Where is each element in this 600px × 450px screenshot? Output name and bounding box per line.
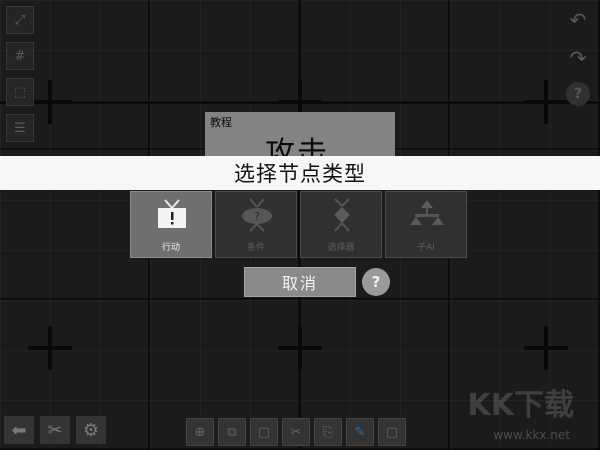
edit-toolbar: ⊕ ⧉ ▢ ✂ ⎘ ✎ ▢ <box>186 418 406 446</box>
sub-ai-node-icon <box>410 200 444 225</box>
node-type-label: 选择器 <box>327 243 355 253</box>
node-type-sub-ai[interactable]: 子AI <box>385 191 467 258</box>
node-type-action[interactable]: 行动 <box>130 191 212 258</box>
node-type-label: 条件 <box>246 243 265 253</box>
node-type-list: 行动 ? 条件 选择器 子AI <box>130 191 467 258</box>
dialog-title: 选择节点类型 <box>234 162 366 186</box>
action-node-icon <box>158 199 186 228</box>
watermark-logo: KK下载 <box>467 388 575 423</box>
delete-icon[interactable]: ▢ <box>378 418 406 446</box>
svg-text:?: ? <box>254 210 260 223</box>
back-arrow-icon[interactable]: ⬅ <box>4 416 34 444</box>
cut-icon[interactable]: ✂ <box>282 418 310 446</box>
tools-icon[interactable]: ✂ <box>40 416 70 444</box>
node-type-condition[interactable]: ? 条件 <box>215 191 297 258</box>
node-box-icon[interactable]: ▢ <box>250 418 278 446</box>
selector-node-icon <box>334 198 350 232</box>
lock-icon[interactable]: ⊕ <box>186 418 214 446</box>
dialog-help-button[interactable]: ? <box>362 268 390 296</box>
paste-icon[interactable]: ⎘ <box>314 418 342 446</box>
dialog-title-banner: 选择节点类型 <box>0 156 600 190</box>
bottom-left-toolbar: ⬅ ✂ ⚙ <box>4 416 106 444</box>
copy-icon[interactable]: ⧉ <box>218 418 246 446</box>
pen-icon[interactable]: ✎ <box>346 418 374 446</box>
node-type-label: 行动 <box>161 243 180 253</box>
cancel-button[interactable]: 取消 <box>244 267 356 297</box>
node-type-label: 子AI <box>417 243 435 253</box>
node-type-selector[interactable]: 选择器 <box>300 191 382 258</box>
watermark-url: www.kkx.net <box>493 428 570 442</box>
condition-node-icon: ? <box>242 198 272 232</box>
settings-gear-icon[interactable]: ⚙ <box>76 416 106 444</box>
